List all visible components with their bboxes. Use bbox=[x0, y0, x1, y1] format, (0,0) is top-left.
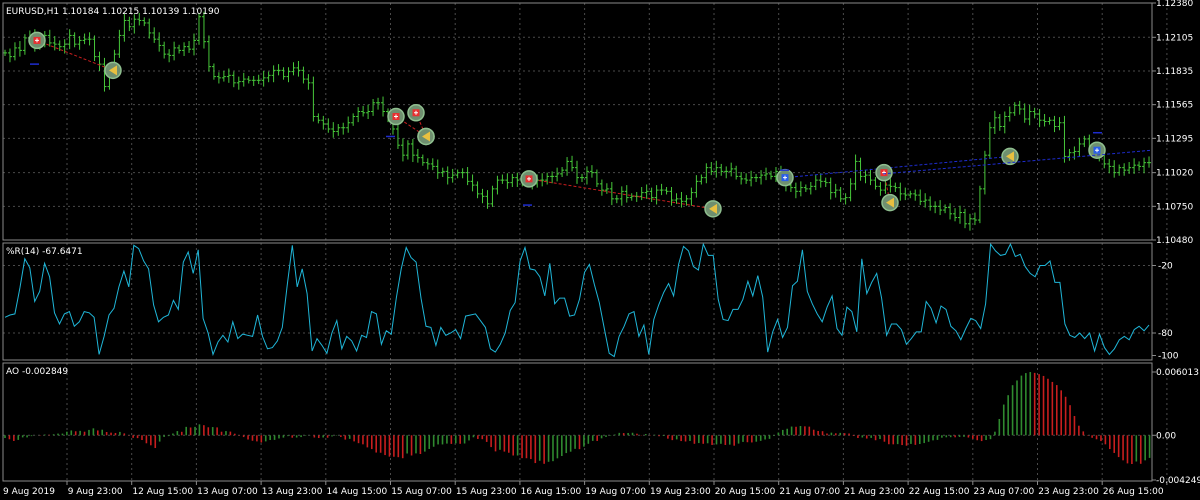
williams-r-title: %R(14) -67.6471 bbox=[6, 247, 83, 257]
ao-title: AO -0.002849 bbox=[6, 367, 68, 377]
x-tick-label: 26 Aug 15:00 bbox=[1103, 487, 1164, 497]
x-tick-label: 15 Aug 07:00 bbox=[391, 487, 452, 497]
x-tick-label: 21 Aug 07:00 bbox=[779, 487, 840, 497]
x-tick-label: 14 Aug 15:00 bbox=[327, 487, 388, 497]
x-tick-label: 16 Aug 15:00 bbox=[521, 487, 582, 497]
x-tick-label: 21 Aug 23:00 bbox=[844, 487, 905, 497]
x-tick-label: 19 Aug 23:00 bbox=[650, 487, 711, 497]
x-tick-label: 22 Aug 15:00 bbox=[909, 487, 970, 497]
x-tick-label: 15 Aug 23:00 bbox=[456, 487, 517, 497]
price-panel-title: EURUSD,H1 1.10184 1.10215 1.10139 1.1019… bbox=[6, 7, 220, 17]
williams-r-y-tick-label: -20 bbox=[1158, 262, 1173, 272]
price-y-tick-label: 1.10480 bbox=[1156, 236, 1193, 246]
ao-y-tick-label: 0.006013 bbox=[1156, 368, 1199, 378]
x-tick-label: 23 Aug 23:00 bbox=[1038, 487, 1099, 497]
trade-exit-marker[interactable] bbox=[1001, 147, 1019, 166]
x-tick-label: 12 Aug 15:00 bbox=[132, 487, 193, 497]
price-y-tick-label: 1.12380 bbox=[1156, 0, 1193, 9]
x-tick-label: 23 Aug 07:00 bbox=[974, 487, 1035, 497]
chart-background bbox=[0, 0, 1200, 500]
williams-r-y-tick-label: -80 bbox=[1158, 329, 1173, 339]
trade-entry-marker[interactable] bbox=[387, 107, 405, 126]
trade-entry-marker[interactable] bbox=[776, 168, 794, 187]
price-y-tick-label: 1.11295 bbox=[1156, 134, 1193, 144]
price-y-tick-label: 1.11020 bbox=[1156, 169, 1193, 179]
williams-r-y-tick-label: -100 bbox=[1158, 352, 1179, 362]
trade-entry-marker[interactable] bbox=[28, 31, 46, 50]
ao-y-tick-label: 0.00 bbox=[1156, 431, 1176, 441]
price-y-tick-label: 1.11565 bbox=[1156, 101, 1193, 111]
x-tick-label: 20 Aug 15:00 bbox=[715, 487, 776, 497]
x-tick-label: 9 Aug 23:00 bbox=[68, 487, 123, 497]
trade-entry-marker[interactable] bbox=[520, 170, 538, 188]
trade-exit-marker[interactable] bbox=[704, 200, 722, 218]
x-tick-label: 9 Aug 2019 bbox=[3, 487, 55, 497]
trade-entry-marker[interactable] bbox=[407, 104, 425, 122]
trade-entry-marker[interactable] bbox=[1088, 141, 1106, 159]
x-tick-label: 19 Aug 07:00 bbox=[585, 487, 646, 497]
price-y-tick-label: 1.12105 bbox=[1156, 33, 1193, 43]
ao-y-tick-label: -0.004249 bbox=[1156, 476, 1200, 486]
price-y-tick-label: 1.11835 bbox=[1156, 67, 1193, 77]
price-y-tick-label: 1.10750 bbox=[1156, 202, 1193, 212]
trade-entry-marker[interactable] bbox=[875, 163, 893, 182]
trade-exit-marker[interactable] bbox=[417, 127, 435, 146]
trade-exit-marker[interactable] bbox=[104, 61, 122, 80]
trade-exit-marker[interactable] bbox=[881, 193, 899, 212]
x-tick-label: 13 Aug 07:00 bbox=[197, 487, 258, 497]
x-tick-label: 13 Aug 23:00 bbox=[262, 487, 323, 497]
trading-chart[interactable]: EURUSD,H1 1.10184 1.10215 1.10139 1.1019… bbox=[0, 0, 1200, 500]
